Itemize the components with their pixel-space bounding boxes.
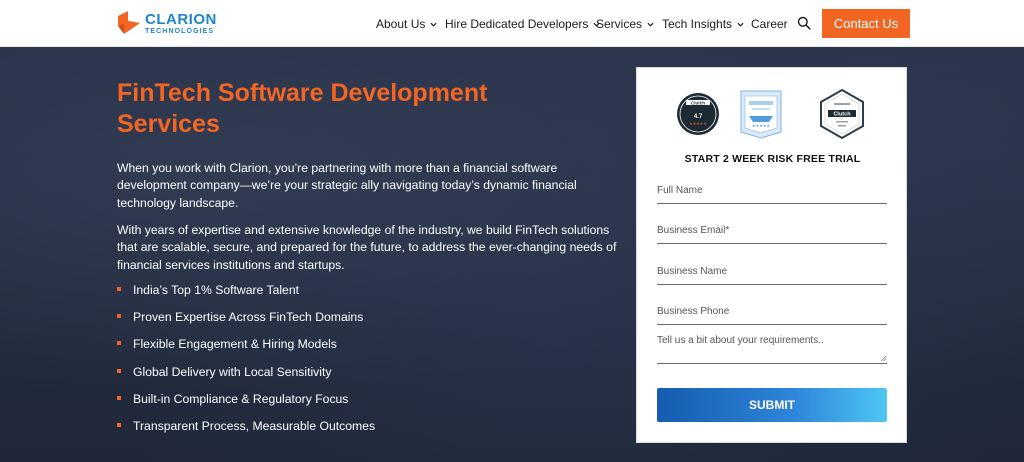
search-icon[interactable] bbox=[797, 16, 811, 30]
feature-text: Proven Expertise Across FinTech Domains bbox=[133, 310, 364, 325]
nav-career[interactable]: Career bbox=[751, 17, 788, 31]
requirements-field[interactable] bbox=[657, 335, 887, 364]
intro-paragraph: When you work with Clarion, you’re partn… bbox=[117, 161, 577, 210]
svg-text:★★★★★: ★★★★★ bbox=[752, 123, 770, 128]
feature-text: Transparent Process, Measurable Outcomes bbox=[133, 418, 376, 433]
top-dev-badge-label: Clutch bbox=[833, 112, 851, 118]
svg-text:★★★★★: ★★★★★ bbox=[689, 121, 707, 126]
page-title: FinTech Software Development Services bbox=[117, 79, 488, 138]
trial-heading: START 2 WEEK RISK FREE TRIAL bbox=[684, 153, 861, 165]
business-phone-input[interactable] bbox=[657, 306, 887, 317]
feature-item: India’s Top 1% Software Talent bbox=[117, 282, 375, 309]
nav-label: Career bbox=[751, 17, 788, 31]
nav-hire-developers[interactable]: Hire Dedicated Developers bbox=[445, 17, 600, 31]
feature-item: Proven Expertise Across FinTech Domains bbox=[117, 309, 375, 336]
business-email-field[interactable] bbox=[657, 220, 887, 244]
feature-item: Global Delivery with Local Sensitivity bbox=[117, 364, 375, 391]
feature-item: Flexible Engagement & Hiring Models bbox=[117, 336, 375, 363]
nav-tech-insights[interactable]: Tech Insights bbox=[662, 17, 744, 31]
feature-item: Transparent Process, Measurable Outcomes bbox=[117, 418, 375, 445]
resize-handle-icon[interactable] bbox=[881, 356, 886, 361]
clarion-logo[interactable]: CLARION TECHNOLOGIES bbox=[116, 9, 217, 37]
feature-text: India’s Top 1% Software Talent bbox=[133, 283, 299, 297]
nav-label: About Us bbox=[376, 17, 426, 31]
bullet-icon bbox=[117, 341, 121, 346]
bullet-icon bbox=[117, 422, 121, 427]
bullet-icon bbox=[117, 368, 121, 373]
chevron-down-icon bbox=[737, 22, 744, 27]
bullet-icon bbox=[117, 395, 121, 400]
brand-tagline: TECHNOLOGIES bbox=[145, 27, 215, 35]
chevron-down-icon bbox=[647, 22, 654, 27]
feature-text: Flexible Engagement & Hiring Models bbox=[133, 337, 337, 352]
bullet-icon bbox=[117, 314, 121, 319]
business-phone-field[interactable] bbox=[657, 301, 887, 325]
business-name-field[interactable] bbox=[657, 261, 887, 285]
clutch-badge-rating: 4.7 bbox=[694, 114, 703, 120]
nav-services[interactable]: Services bbox=[596, 17, 654, 31]
requirements-textarea[interactable] bbox=[657, 335, 887, 363]
feature-text: Global Delivery with Local Sensitivity bbox=[133, 364, 332, 379]
submit-button[interactable]: SUBMIT bbox=[657, 388, 887, 422]
clarion-logo-icon bbox=[118, 11, 140, 34]
site-header: CLARION TECHNOLOGIES About Us Hire Dedic… bbox=[0, 0, 1024, 47]
feature-list: India’s Top 1% Software Talent Proven Ex… bbox=[117, 282, 375, 445]
full-name-input[interactable] bbox=[657, 185, 887, 196]
award-ribbon-badge: ★★★★★ bbox=[740, 90, 782, 139]
business-name-input[interactable] bbox=[657, 266, 887, 277]
clutch-top-developers-badge: Clutch bbox=[820, 88, 864, 140]
feature-text: Built-in Compliance & Regulatory Focus bbox=[133, 391, 349, 406]
expertise-paragraph: With years of expertise and extensive kn… bbox=[117, 223, 617, 272]
nav-about-us[interactable]: About Us bbox=[376, 17, 437, 31]
clutch-rating-badge: Clutch 4.7 ★★★★★ bbox=[677, 93, 719, 135]
feature-item: Built-in Compliance & Regulatory Focus bbox=[117, 391, 375, 418]
clutch-badge-label: Clutch bbox=[691, 100, 705, 105]
chevron-down-icon bbox=[430, 22, 437, 27]
nav-label: Services bbox=[596, 17, 643, 31]
full-name-field[interactable] bbox=[657, 180, 887, 204]
contact-us-button[interactable]: Contact Us bbox=[822, 9, 910, 38]
nav-label: Hire Dedicated Developers bbox=[445, 17, 589, 31]
business-email-input[interactable] bbox=[657, 225, 887, 236]
brand-name: CLARION bbox=[145, 10, 217, 28]
trial-form-card: Clutch 4.7 ★★★★★ ★★★★★ Clutch START 2 WE… bbox=[636, 67, 907, 443]
award-badges: Clutch 4.7 ★★★★★ ★★★★★ Clutch bbox=[677, 88, 864, 140]
nav-label: Tech Insights bbox=[662, 17, 733, 31]
bullet-icon bbox=[117, 287, 121, 291]
